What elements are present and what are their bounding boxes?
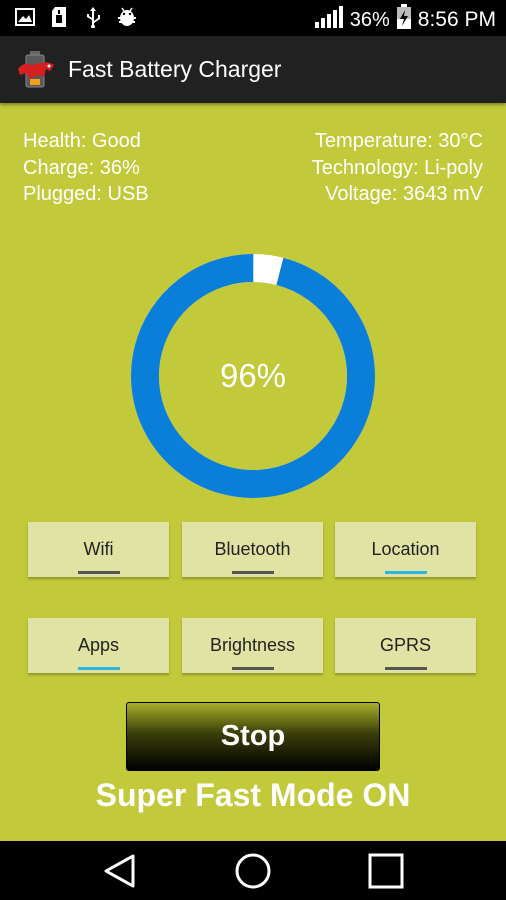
system-status: 36% 8:56 PM [314, 4, 496, 36]
battery-percent: 36% [349, 8, 390, 31]
wifi-toggle[interactable]: Wifi [28, 522, 169, 577]
wifi-label: Wifi [83, 539, 114, 559]
back-button[interactable] [89, 849, 149, 893]
gprs-toggle[interactable]: GPRS [335, 618, 476, 673]
navigation-bar [0, 841, 506, 900]
home-icon [235, 853, 271, 889]
apps-label: Apps [77, 635, 120, 655]
progress-label: 96% [219, 357, 287, 394]
recents-icon [368, 853, 404, 889]
temperature-text: Temperature: 30°C [314, 130, 483, 152]
bluetooth-toggle[interactable]: Bluetooth [182, 522, 323, 577]
signal-icon [314, 5, 344, 35]
battery-info-right: Temperature: 30°C Technology: Li-poly Vo… [312, 128, 483, 208]
status-bar: 36% 8:56 PM [0, 0, 506, 36]
android-debug-icon [116, 6, 138, 28]
sd-card-icon [48, 6, 70, 28]
location-label: Location [371, 539, 440, 559]
recents-button[interactable] [356, 849, 416, 893]
brightness-indicator [232, 667, 274, 670]
battery-bull-logo [16, 49, 58, 91]
app-title: Fast Battery Charger [68, 56, 282, 82]
bluetooth-label: Bluetooth [214, 539, 291, 559]
mode-status-text: Super Fast Mode ON [95, 777, 411, 813]
wifi-indicator [78, 571, 120, 574]
voltage-text: Voltage: 3643 mV [325, 183, 483, 205]
brightness-label: Brightness [209, 635, 296, 655]
gprs-label: GPRS [379, 635, 431, 655]
bluetooth-indicator [232, 571, 274, 574]
gprs-indicator [385, 667, 427, 670]
home-button[interactable] [223, 849, 283, 893]
apps-indicator [78, 667, 120, 670]
brightness-toggle[interactable]: Brightness [182, 618, 323, 673]
clock: 8:56 PM [417, 8, 496, 31]
battery-info-left: Health: Good Charge: 36% Plugged: USB [23, 128, 149, 208]
charge-text: Charge: 36% [23, 156, 140, 179]
stop-button[interactable]: Stop [126, 702, 380, 771]
notification-icons [14, 6, 138, 28]
back-icon [104, 854, 135, 888]
usb-icon [82, 6, 104, 28]
app-bar: Fast Battery Charger [0, 36, 506, 103]
technology-text: Technology: Li-poly [311, 156, 483, 179]
apps-toggle[interactable]: Apps [28, 618, 169, 673]
battery-charging-icon [396, 4, 412, 36]
image-icon [14, 6, 36, 28]
location-indicator [385, 571, 427, 574]
plugged-text: Plugged: USB [23, 183, 149, 205]
location-toggle[interactable]: Location [335, 522, 476, 577]
health-text: Health: Good [23, 130, 141, 152]
